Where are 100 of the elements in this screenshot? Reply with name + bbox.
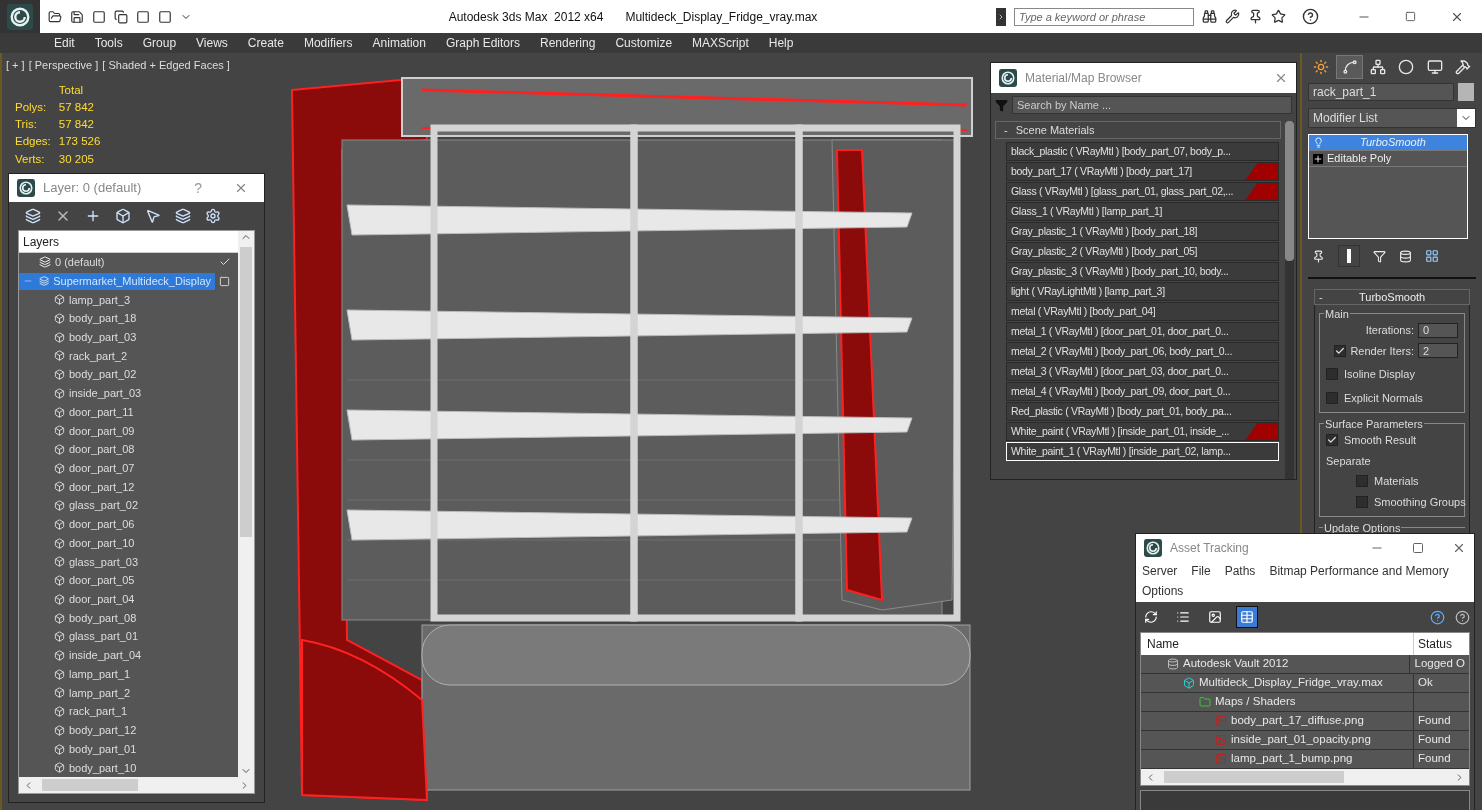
checkbox[interactable]	[1326, 391, 1338, 404]
menu-item[interactable]: Animation	[372, 34, 426, 52]
material-item[interactable]: Glass ( VRayMtl ) [glass_part_01, glass_part_02,...	[1006, 182, 1279, 201]
object-name[interactable]: rack_part_1	[69, 703, 128, 720]
copy-icon[interactable]	[114, 9, 128, 24]
material-item[interactable]: metal_2 ( VRayMtl ) [body_part_06, body_part_0...	[1006, 342, 1279, 361]
object-name[interactable]: body_part_03	[69, 329, 137, 346]
square-icon[interactable]	[136, 9, 150, 24]
object-name[interactable]: door_part_05	[69, 572, 135, 589]
search-field[interactable]: Type a keyword or phrase	[1014, 7, 1194, 26]
material-item[interactable]: Gray_plastic_1 ( VRayMtl ) [body_part_18]	[1006, 222, 1279, 241]
material-item[interactable]: metal_3 ( VRayMtl ) [door_part_03, door_part_0...	[1006, 362, 1279, 381]
menu-item[interactable]: Edit	[54, 34, 75, 52]
menu-item[interactable]: Tools	[94, 34, 123, 52]
material-item[interactable]: Glass_1 ( VRayMtl ) [lamp_part_1]	[1006, 202, 1279, 221]
save-icon[interactable]	[70, 9, 84, 24]
material-item[interactable]: Gray_plastic_2 ( VRayMtl ) [body_part_05]	[1006, 242, 1279, 261]
material-item[interactable]: White_paint ( VRayMtl ) [inside_part_01, inside_...	[1006, 422, 1279, 441]
layer-row[interactable]: Supermarket_Multideck_Display	[19, 272, 215, 290]
object-name[interactable]: body_part_10	[69, 759, 137, 776]
menu-item[interactable]: Customize	[615, 34, 673, 52]
menu-item[interactable]: Options	[1142, 582, 1184, 600]
asset-row[interactable]: Maps / Shaders	[1141, 693, 1414, 711]
material-item[interactable]: black_plastic ( VRayMtl ) [body_part_07, body_p...	[1006, 142, 1279, 161]
object-color-swatch[interactable]	[1458, 83, 1474, 101]
search-field[interactable]: Search by Name ...	[1012, 96, 1292, 114]
material-item[interactable]: metal_1 ( VRayMtl ) [door_part_01, door_part_0...	[1006, 322, 1279, 341]
horizontal-scrollbar[interactable]	[1141, 769, 1469, 785]
group-header[interactable]: - Scene Materials	[995, 121, 1281, 139]
object-name[interactable]: door_part_11	[69, 403, 134, 421]
maximize-icon[interactable]	[1405, 11, 1416, 22]
render-iters-spinner[interactable]: 2	[1418, 343, 1458, 359]
layers-icon[interactable]	[25, 208, 41, 224]
modifier-list-dropdown[interactable]: Modifier List	[1308, 108, 1476, 128]
object-name[interactable]: door_part_04	[69, 591, 135, 608]
maximize-icon[interactable]	[1412, 542, 1424, 554]
object-name[interactable]: body_part_08	[69, 609, 137, 627]
folder-icon[interactable]	[48, 9, 62, 24]
material-item[interactable]: metal ( VRayMtl ) [body_part_04]	[1006, 302, 1279, 321]
menu-item[interactable]: Views	[196, 34, 228, 52]
object-name[interactable]: door_part_10	[69, 534, 135, 552]
asset-row[interactable]: body_part_17_diffuse.png	[1141, 712, 1414, 730]
square-icon[interactable]	[92, 9, 106, 24]
checkbox[interactable]	[1356, 475, 1368, 488]
close-icon[interactable]	[1452, 541, 1466, 555]
asset-row[interactable]: Multideck_Display_Fridge_vray.max	[1141, 674, 1414, 692]
asset-row[interactable]: inside_part_01_opacity.png	[1141, 731, 1414, 749]
material-item[interactable]: White_paint_1 ( VRayMtl ) [inside_part_02, lamp...	[1006, 442, 1279, 461]
menu-item[interactable]: Server	[1142, 562, 1178, 580]
material-item[interactable]: body_part_17 ( VRayMtl ) [body_part_17]	[1006, 162, 1279, 181]
object-name[interactable]: door_part_12	[69, 478, 135, 496]
material-item[interactable]: Gray_plastic_3 ( VRayMtl ) [body_part_10, body...	[1006, 262, 1279, 281]
caret-icon[interactable]	[997, 12, 1005, 21]
checkbox[interactable]	[1334, 344, 1347, 357]
add-icon[interactable]	[85, 208, 101, 224]
menu-item[interactable]: Paths	[1224, 562, 1256, 580]
object-name[interactable]: lamp_part_1	[69, 665, 131, 683]
checkbox[interactable]	[1326, 434, 1338, 447]
square-icon[interactable]	[158, 9, 172, 24]
object-name-field[interactable]: rack_part_1	[1308, 83, 1454, 101]
object-name[interactable]: door_part_07	[69, 460, 135, 477]
object-name[interactable]: lamp_part_3	[69, 291, 131, 309]
checkbox[interactable]	[1356, 495, 1368, 508]
object-name[interactable]: door_part_08	[69, 441, 135, 458]
menu-item[interactable]: Rendering	[540, 34, 596, 52]
object-name[interactable]: door_part_06	[69, 516, 135, 533]
stack-item[interactable]: Editable Poly	[1309, 151, 1467, 167]
object-name[interactable]: door_part_09	[69, 422, 135, 440]
rollout-header[interactable]: - TurboSmooth	[1314, 289, 1470, 305]
show-end-result-button[interactable]	[1338, 245, 1360, 267]
menu-item[interactable]: Group	[142, 34, 177, 52]
configure-icon[interactable]	[1425, 249, 1439, 263]
menu-item[interactable]: Help	[768, 34, 794, 52]
material-item[interactable]: metal_4 ( VRayMtl ) [body_part_09, door_part_0...	[1006, 382, 1279, 401]
funnel-icon[interactable]	[1373, 249, 1386, 263]
object-name[interactable]: body_part_12	[69, 722, 137, 739]
binoculars-icon[interactable]	[1202, 9, 1217, 24]
panel-tab[interactable]	[1336, 55, 1363, 79]
iterations-spinner[interactable]: 0	[1418, 322, 1458, 338]
viewport-label[interactable]: [ Shaded + Edged Faces ]	[102, 57, 230, 74]
lightbulb-icon[interactable]	[1313, 137, 1324, 148]
toolbar-button[interactable]	[1236, 606, 1258, 628]
material-item[interactable]: light ( VRayLightMtl ) [lamp_part_3]	[1006, 282, 1279, 301]
viewport-label[interactable]: [ + ]	[6, 57, 25, 74]
stack-item[interactable]: TurboSmooth	[1309, 135, 1467, 151]
object-name[interactable]: body_part_01	[69, 740, 137, 758]
menu-item[interactable]: Graph Editors	[445, 34, 520, 52]
layer-row[interactable]: 0 (default)	[19, 253, 215, 271]
layers-icon[interactable]	[175, 208, 191, 224]
asset-row[interactable]: Autodesk Vault 2012	[1141, 655, 1411, 673]
wrench-icon[interactable]	[1225, 9, 1240, 24]
object-name[interactable]: inside_part_04	[69, 647, 142, 664]
close-icon[interactable]	[234, 181, 248, 195]
pin-icon[interactable]	[1248, 9, 1263, 24]
menu-item[interactable]: File	[1191, 562, 1211, 580]
close-icon[interactable]	[1274, 71, 1288, 85]
asset-row[interactable]: lamp_part_1_bump.png	[1141, 750, 1414, 768]
pointer-icon[interactable]	[145, 208, 161, 224]
gear-icon[interactable]	[205, 208, 221, 224]
menu-item[interactable]: MAXScript	[692, 34, 749, 52]
